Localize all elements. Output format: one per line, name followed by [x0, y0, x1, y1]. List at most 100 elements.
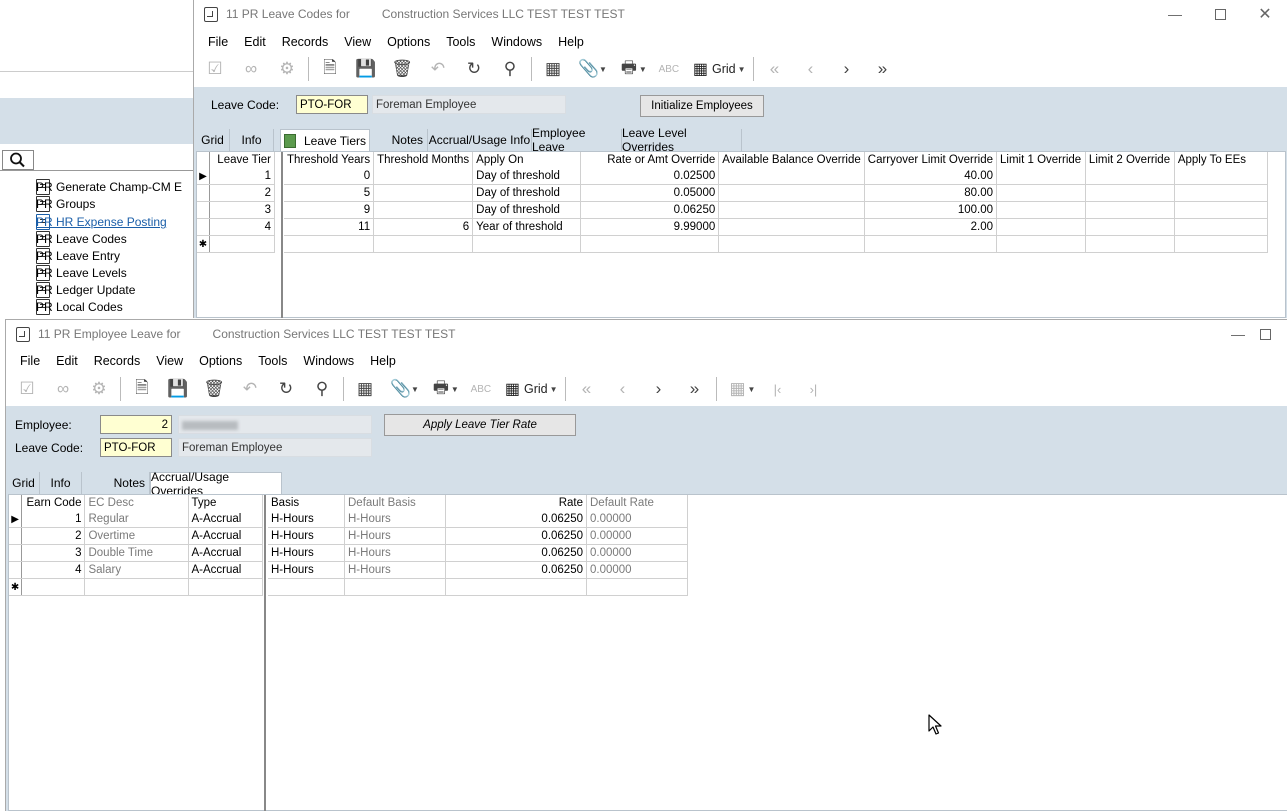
first-row-button[interactable]: |‹: [759, 374, 795, 404]
chevron-down-icon[interactable]: ▼: [639, 65, 647, 74]
save-button[interactable]: 💾: [160, 374, 196, 404]
chevron-down-icon[interactable]: ▼: [411, 385, 419, 394]
tree-item-groups[interactable]: PR Groups: [36, 196, 95, 212]
tree-item-leave-codes[interactable]: PR Leave Codes: [36, 231, 127, 247]
menu-windows[interactable]: Windows: [483, 35, 550, 49]
table-row[interactable]: 9 Day of threshold 0.06250 100.00: [284, 201, 1269, 219]
save-button[interactable]: 💾: [348, 54, 384, 84]
new-row[interactable]: [284, 235, 1269, 253]
table-row[interactable]: H-Hours H-Hours 0.06250 0.00000: [268, 527, 688, 545]
table-row[interactable]: 2 Overtime A-Accrual: [9, 527, 264, 545]
new-record-button[interactable]: 🗎: [124, 374, 160, 404]
tab-grid[interactable]: Grid: [8, 472, 40, 494]
next-record-button[interactable]: ›: [829, 54, 865, 84]
grid-view-button[interactable]: ▦ Grid: [687, 54, 742, 84]
chevron-down-icon[interactable]: ▼: [451, 385, 459, 394]
menu-help[interactable]: Help: [362, 354, 404, 368]
nav-search-button[interactable]: [2, 150, 34, 170]
tab-leave-tiers[interactable]: Leave Tiers: [280, 129, 370, 152]
menu-records[interactable]: Records: [86, 354, 149, 368]
maximize-button[interactable]: [1197, 0, 1243, 28]
table-row[interactable]: 11 6 Year of threshold 9.99000 2.00: [284, 218, 1269, 236]
initialize-employees-button[interactable]: Initialize Employees: [640, 95, 764, 117]
table-row[interactable]: 3 Double Time A-Accrual: [9, 544, 264, 562]
menu-view[interactable]: View: [148, 354, 191, 368]
chevron-down-icon[interactable]: ▼: [738, 65, 746, 74]
last-row-button[interactable]: ›|: [795, 374, 831, 404]
table-row[interactable]: ▶ 1: [197, 168, 275, 185]
search-button[interactable]: ⚲: [492, 54, 528, 84]
tree-item-hr-expense-posting[interactable]: PR HR Expense Posting: [36, 214, 167, 230]
calculator-button[interactable]: ▦: [347, 374, 383, 404]
chevron-down-icon[interactable]: ▼: [550, 385, 558, 394]
menu-edit[interactable]: Edit: [48, 354, 86, 368]
grid-splitter[interactable]: [264, 495, 266, 811]
grid-view-button[interactable]: ▦ Grid: [499, 374, 554, 404]
menu-file[interactable]: File: [12, 354, 48, 368]
tab-leave-level-overrides[interactable]: Leave Level Overrides: [622, 126, 742, 154]
tab-notes[interactable]: Notes: [82, 472, 150, 494]
last-record-button[interactable]: »: [865, 54, 901, 84]
prev-record-button[interactable]: ‹: [793, 54, 829, 84]
menu-file[interactable]: File: [200, 35, 236, 49]
maximize-button[interactable]: [1260, 320, 1287, 348]
table-row[interactable]: 5 Day of threshold 0.05000 80.00: [284, 184, 1269, 202]
refresh-button[interactable]: ↻: [268, 374, 304, 404]
table-row[interactable]: 0 Day of threshold 0.02500 40.00: [284, 168, 1269, 185]
undo-button[interactable]: ↶: [232, 374, 268, 404]
tab-accrual-usage-info[interactable]: Accrual/Usage Info: [428, 129, 532, 151]
tab-accrual-usage-overrides[interactable]: Accrual/Usage Overrides: [150, 470, 282, 498]
tab-info[interactable]: Info: [40, 472, 82, 494]
menu-windows[interactable]: Windows: [295, 354, 362, 368]
table-row[interactable]: H-Hours H-Hours 0.06250 0.00000: [268, 544, 688, 562]
validate-button[interactable]: ☑: [197, 54, 233, 84]
new-row[interactable]: [268, 578, 688, 596]
table-row[interactable]: 2: [197, 184, 275, 202]
tree-item-leave-levels[interactable]: PR Leave Levels: [36, 265, 127, 281]
table-row[interactable]: 3: [197, 201, 275, 219]
process-button[interactable]: ⚙: [269, 54, 305, 84]
table-row[interactable]: ▶ 1 Regular A-Accrual: [9, 511, 264, 528]
next-record-button[interactable]: ›: [641, 374, 677, 404]
spellcheck-button[interactable]: ABC: [651, 54, 687, 84]
process-button[interactable]: ⚙: [81, 374, 117, 404]
table-row[interactable]: H-Hours H-Hours 0.06250 0.00000: [268, 561, 688, 579]
spellcheck-button[interactable]: ABC: [463, 374, 499, 404]
menu-view[interactable]: View: [336, 35, 379, 49]
table-row[interactable]: 4: [197, 218, 275, 236]
tree-item-ledger-update[interactable]: PR Ledger Update: [36, 282, 135, 298]
prev-record-button[interactable]: ‹: [605, 374, 641, 404]
close-button[interactable]: ✕: [1242, 0, 1287, 28]
menu-records[interactable]: Records: [274, 35, 337, 49]
menu-tools[interactable]: Tools: [250, 354, 295, 368]
apply-leave-tier-rate-button[interactable]: Apply Leave Tier Rate: [384, 414, 576, 436]
last-record-button[interactable]: »: [677, 374, 713, 404]
tree-item-generate-champ[interactable]: PR Generate Champ-CM E: [36, 179, 182, 195]
tree-item-leave-entry[interactable]: PR Leave Entry: [36, 248, 120, 264]
refresh-button[interactable]: ↻: [456, 54, 492, 84]
tree-item-local-codes[interactable]: PR Local Codes: [36, 299, 123, 315]
tab-employee-leave[interactable]: Employee Leave: [532, 126, 622, 154]
new-row[interactable]: ✱: [197, 235, 275, 253]
tab-notes[interactable]: Notes: [370, 129, 428, 151]
tab-grid[interactable]: Grid: [196, 129, 230, 151]
minimize-button[interactable]: —: [1215, 320, 1261, 348]
menu-options[interactable]: Options: [379, 35, 438, 49]
leave-code-input[interactable]: PTO-FOR: [100, 438, 172, 457]
new-record-button[interactable]: 🗎: [312, 54, 348, 84]
leave-code-input[interactable]: PTO-FOR: [296, 95, 368, 114]
new-row[interactable]: ✱: [9, 578, 264, 596]
find-button[interactable]: ∞: [45, 374, 81, 404]
search-button[interactable]: ⚲: [304, 374, 340, 404]
undo-button[interactable]: ↶: [420, 54, 456, 84]
menu-edit[interactable]: Edit: [236, 35, 274, 49]
menu-tools[interactable]: Tools: [438, 35, 483, 49]
table-row[interactable]: H-Hours H-Hours 0.06250 0.00000: [268, 511, 688, 528]
chevron-down-icon[interactable]: ▼: [748, 385, 756, 394]
first-record-button[interactable]: «: [757, 54, 793, 84]
table-row[interactable]: 4 Salary A-Accrual: [9, 561, 264, 579]
minimize-button[interactable]: —: [1152, 0, 1198, 28]
employee-input[interactable]: 2: [100, 415, 172, 434]
menu-options[interactable]: Options: [191, 354, 250, 368]
delete-button[interactable]: 🗑: [384, 54, 420, 84]
